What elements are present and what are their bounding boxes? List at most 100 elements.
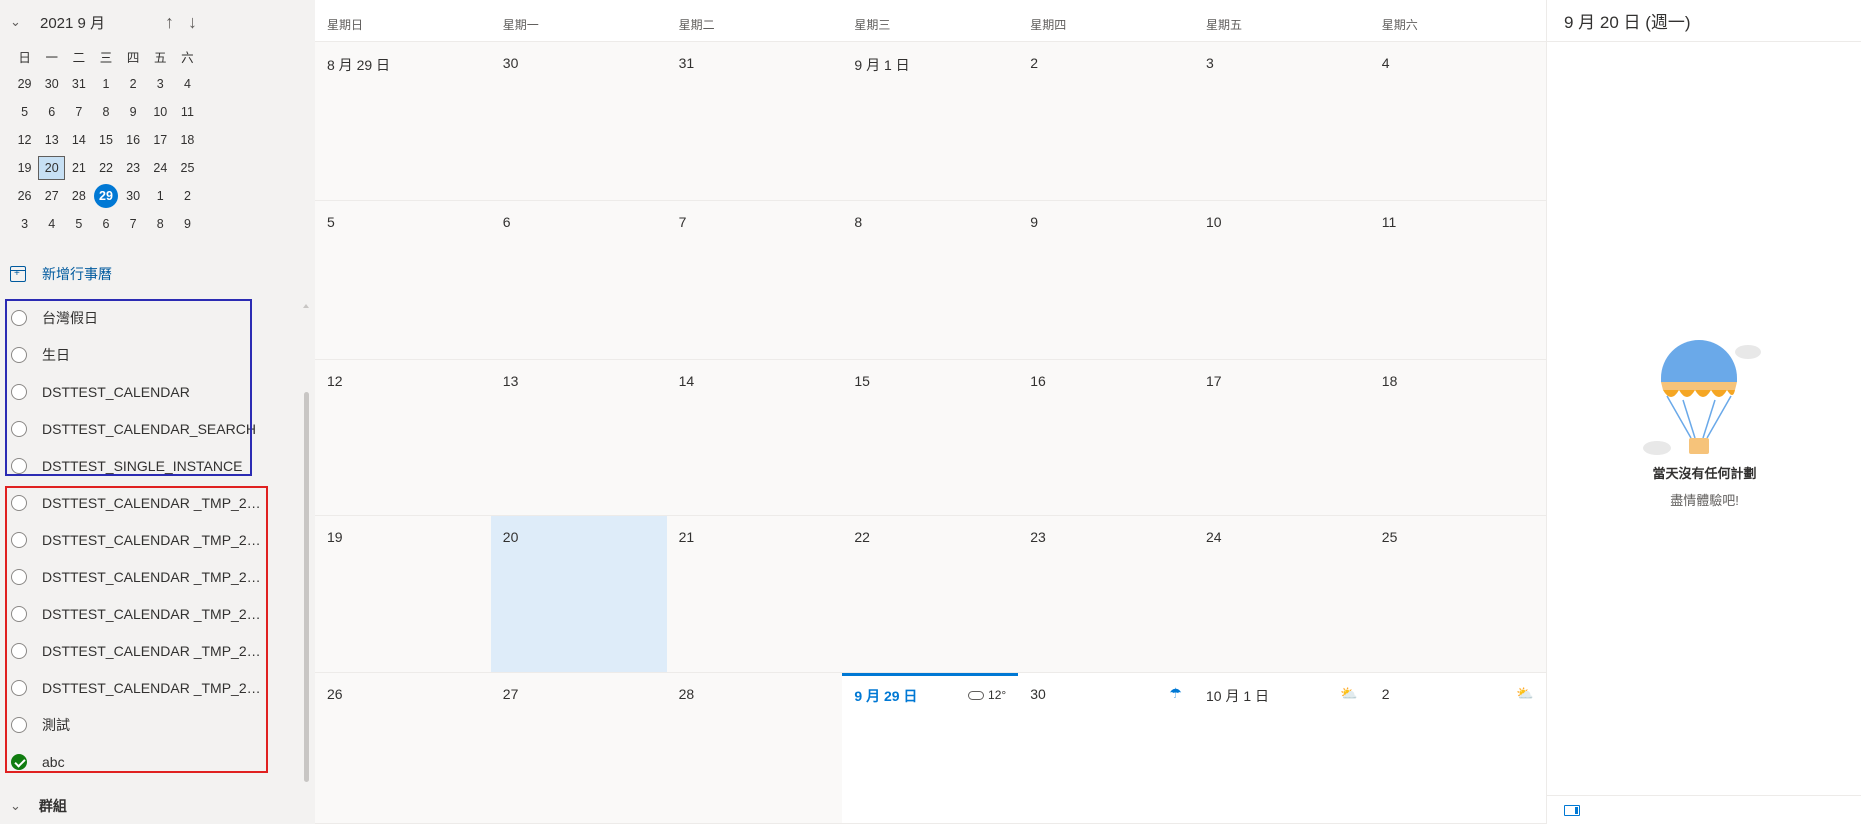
mini-day[interactable]: 7	[65, 100, 92, 124]
day-cell[interactable]: 6	[491, 201, 667, 359]
day-cell[interactable]: 9	[1018, 201, 1194, 359]
day-cell[interactable]: 20	[490, 516, 667, 672]
day-cell[interactable]: 4	[1370, 42, 1546, 200]
mini-weekday-label: 六	[181, 50, 194, 65]
mini-day[interactable]: 5	[65, 212, 92, 236]
day-cell[interactable]: 31	[667, 42, 843, 200]
groups-section-toggle[interactable]: ⌄ 群組	[10, 796, 67, 816]
mini-day[interactable]: 31	[65, 72, 92, 96]
day-cell[interactable]: 26	[315, 673, 491, 823]
mini-day[interactable]: 1	[92, 72, 119, 96]
scroll-up-icon[interactable]	[303, 304, 309, 308]
mini-day[interactable]: 20	[38, 156, 66, 180]
day-cell[interactable]: 21	[667, 516, 843, 672]
mini-day[interactable]: 3	[11, 212, 38, 236]
mini-day[interactable]: 30	[120, 184, 147, 208]
day-cell[interactable]: 25	[1370, 516, 1546, 672]
mini-weekday-label: 日	[18, 50, 31, 65]
mini-day[interactable]: 6	[92, 212, 119, 236]
mini-day[interactable]: 14	[65, 128, 92, 152]
day-cell[interactable]: 17	[1194, 360, 1370, 515]
weekday-header: 星期二	[678, 18, 715, 32]
day-cell[interactable]: 10 月 1 日 ⛅	[1193, 673, 1370, 823]
mini-day[interactable]: 4	[38, 212, 65, 236]
day-cell[interactable]: 7	[667, 201, 843, 359]
day-cell[interactable]: 3	[1194, 42, 1370, 200]
mini-day[interactable]: 7	[120, 212, 147, 236]
mini-day[interactable]: 2	[120, 72, 147, 96]
day-cell[interactable]: 19	[315, 516, 491, 672]
weather-indicator[interactable]: 12°	[968, 688, 1006, 702]
day-number: 3	[1205, 55, 1214, 71]
scrollbar-thumb[interactable]	[304, 392, 309, 782]
day-cell[interactable]: 2	[1018, 42, 1194, 200]
calendar-list-scrollbar[interactable]	[302, 304, 310, 784]
day-cell[interactable]: 28	[667, 673, 843, 823]
day-cell[interactable]: 10	[1194, 201, 1370, 359]
mini-day[interactable]: 3	[147, 72, 174, 96]
mini-day[interactable]: 8	[147, 212, 174, 236]
mini-day[interactable]: 28	[65, 184, 92, 208]
day-cell[interactable]: 8 月 29 日	[315, 42, 491, 200]
mini-day[interactable]: 29	[92, 184, 119, 208]
day-cell[interactable]: 23	[1018, 516, 1194, 672]
mini-day[interactable]: 4	[174, 72, 201, 96]
day-cell[interactable]: 13	[491, 360, 667, 515]
mini-day[interactable]: 24	[147, 156, 174, 180]
arrow-up-icon[interactable]: ↑	[165, 13, 174, 31]
mini-day[interactable]: 8	[92, 100, 119, 124]
day-cell[interactable]: 8	[842, 201, 1018, 359]
arrow-down-icon[interactable]: ↓	[188, 13, 197, 31]
mini-day[interactable]: 9	[174, 212, 201, 236]
day-cell[interactable]: 12	[315, 360, 491, 515]
day-cell[interactable]: 16	[1018, 360, 1194, 515]
day-cell[interactable]: 27	[491, 673, 667, 823]
day-cell[interactable]: 14	[667, 360, 843, 515]
mini-day[interactable]: 12	[11, 128, 38, 152]
mini-day[interactable]: 26	[11, 184, 38, 208]
day-cell[interactable]: 22	[842, 516, 1018, 672]
mini-day[interactable]: 21	[65, 156, 92, 180]
mini-day[interactable]: 1	[147, 184, 174, 208]
mini-day[interactable]: 19	[11, 156, 38, 180]
expand-pane-icon[interactable]	[1564, 805, 1580, 816]
mini-day[interactable]: 17	[147, 128, 174, 152]
day-cell[interactable]: 9 月 1 日	[842, 42, 1018, 200]
mini-day[interactable]: 6	[38, 100, 65, 124]
day-cell[interactable]: 30	[491, 42, 667, 200]
weather-indicator[interactable]: ☂	[1169, 685, 1182, 702]
mini-day[interactable]: 11	[174, 100, 201, 124]
day-number: 14	[678, 373, 695, 389]
week-row: 26 27 28 9 月 29 日 12° 30 ☂ 10 月 1 日 ⛅ 2 ⛅	[315, 673, 1546, 824]
mini-day[interactable]: 13	[38, 128, 65, 152]
mini-day[interactable]: 23	[120, 156, 147, 180]
day-number: 7	[678, 214, 687, 230]
mini-day[interactable]: 27	[38, 184, 65, 208]
day-number: 19	[327, 529, 343, 545]
mini-day[interactable]: 16	[120, 128, 147, 152]
day-cell[interactable]: 18	[1370, 360, 1546, 515]
mini-day[interactable]: 5	[11, 100, 38, 124]
day-cell[interactable]: 2 ⛅	[1369, 673, 1546, 823]
mini-day[interactable]: 30	[38, 72, 65, 96]
weather-indicator[interactable]: ⛅	[1340, 685, 1357, 702]
mini-day[interactable]: 25	[174, 156, 201, 180]
mini-day[interactable]: 22	[92, 156, 119, 180]
mini-day[interactable]: 9	[120, 100, 147, 124]
weather-indicator[interactable]: ⛅	[1516, 685, 1533, 702]
day-cell[interactable]: 11	[1370, 201, 1546, 359]
chevron-down-icon[interactable]: ⌄	[10, 14, 28, 30]
mini-day[interactable]: 10	[147, 100, 174, 124]
day-cell[interactable]: 30 ☂	[1018, 673, 1194, 823]
mini-day[interactable]: 15	[92, 128, 119, 152]
mini-day[interactable]: 2	[174, 184, 201, 208]
mini-day[interactable]: 29	[11, 72, 38, 96]
day-cell[interactable]: 24	[1194, 516, 1370, 672]
add-calendar-button[interactable]: 新增行事曆	[10, 264, 112, 284]
mini-day[interactable]: 18	[174, 128, 201, 152]
day-cell[interactable]: 9 月 29 日 12°	[842, 673, 1019, 823]
day-cell[interactable]: 5	[315, 201, 491, 359]
day-cell[interactable]: 15	[842, 360, 1018, 515]
mini-calendar-title[interactable]: 2021 9 月	[40, 12, 105, 33]
mini-week-row: 26 27 28 29 30 1 2	[11, 182, 201, 210]
